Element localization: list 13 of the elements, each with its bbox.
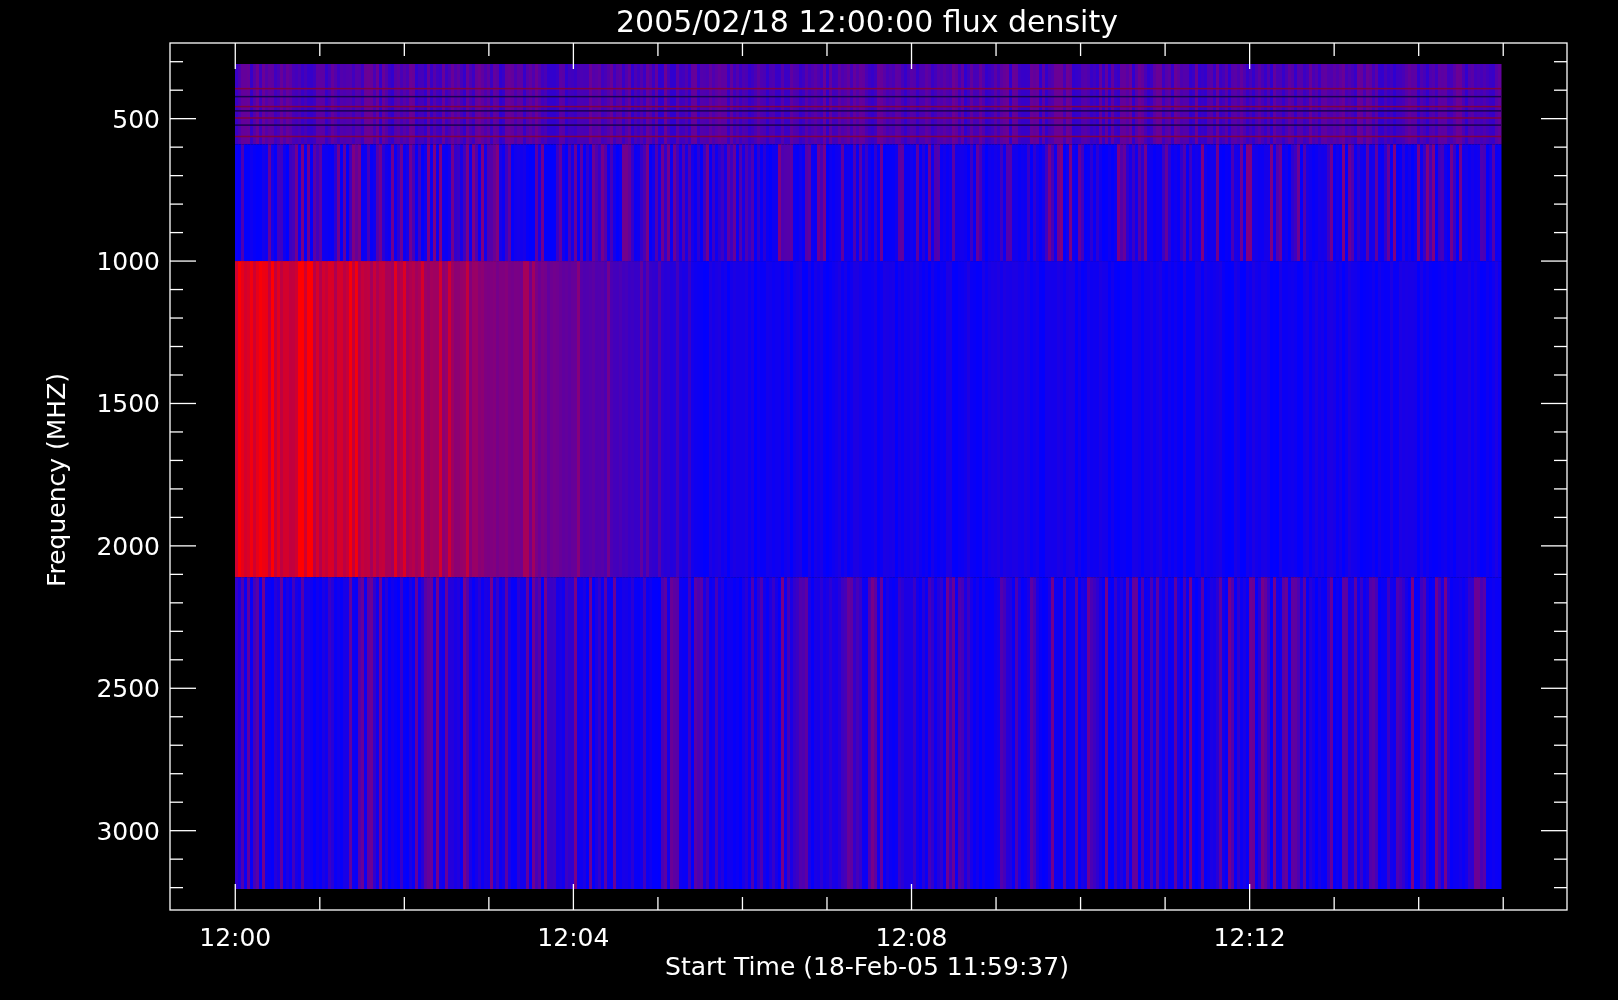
y-axis-label: Frequency (MHZ) — [42, 372, 71, 588]
y-tick-label: 1500 — [96, 389, 160, 419]
x-axis-label: Start Time (18-Feb-05 11:59:37) — [665, 952, 1069, 981]
x-tick-label: 12:12 — [1213, 923, 1286, 952]
y-tick-label: 500 — [112, 104, 160, 134]
y-tick-label: 1000 — [96, 247, 160, 277]
y-tick-label: 2000 — [96, 531, 160, 561]
y-tick-label: 3000 — [96, 816, 160, 846]
x-tick-label: 12:04 — [537, 923, 610, 952]
y-tick-label: 2500 — [96, 674, 160, 704]
x-tick-label: 12:08 — [875, 923, 948, 952]
x-tick-label: 12:00 — [199, 923, 272, 952]
plot-title: 2005/02/18 12:00:00 flux density — [616, 4, 1118, 39]
